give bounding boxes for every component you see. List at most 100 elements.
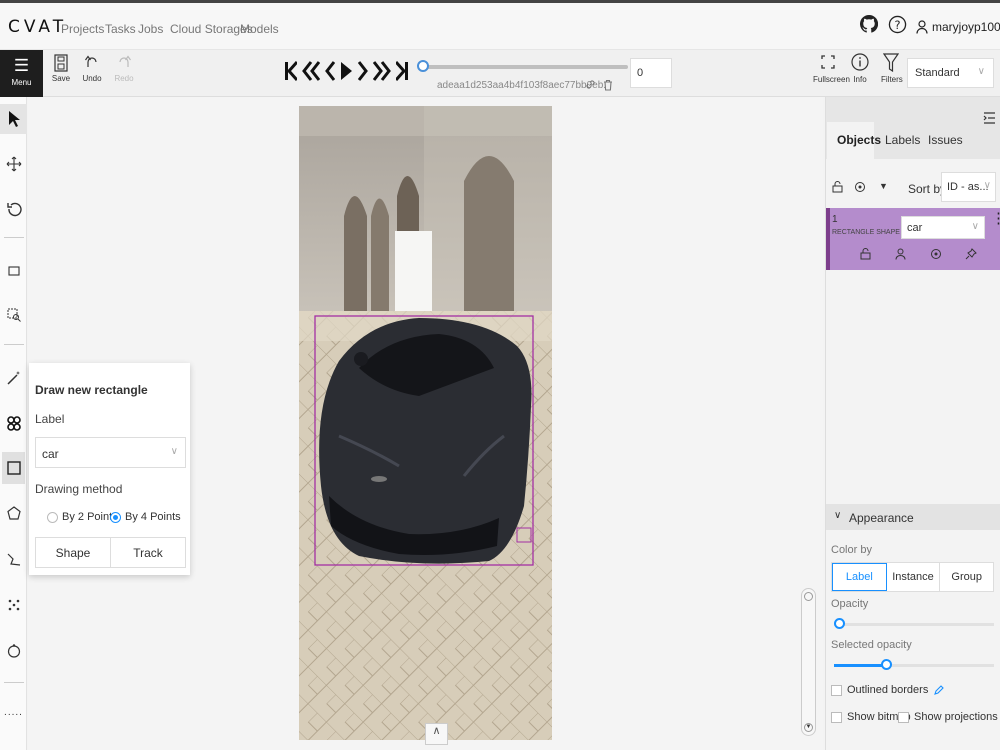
radio-circle-selected[interactable] <box>110 511 121 523</box>
selected-opacity-label: Selected opacity <box>831 639 912 651</box>
menu-button[interactable]: ☰ Menu <box>0 50 43 97</box>
tab-labels[interactable]: Labels <box>885 133 920 147</box>
draw-points-tool[interactable] <box>0 590 27 620</box>
nav-tasks[interactable]: Tasks <box>105 22 136 36</box>
checkbox[interactable] <box>898 711 909 723</box>
tab-issues[interactable]: Issues <box>928 133 963 147</box>
fullscreen-icon <box>821 55 835 69</box>
previous-frame-icon[interactable] <box>325 61 335 81</box>
last-frame-icon[interactable] <box>396 61 408 81</box>
lock-all-icon[interactable] <box>832 181 843 196</box>
magic-wand-tool[interactable] <box>0 363 27 393</box>
frame-slider-handle[interactable] <box>417 60 429 72</box>
undo-button[interactable]: Undo <box>80 55 104 83</box>
nav-models[interactable]: Models <box>240 22 279 36</box>
show-projections-checkbox[interactable]: Show projections <box>898 711 998 723</box>
delete-frame-icon[interactable] <box>603 79 613 94</box>
cvat-logo[interactable]: CVAT <box>8 17 67 37</box>
expand-bottom-panel-icon[interactable]: ∧ <box>425 723 448 745</box>
object-lock-icon[interactable] <box>860 248 871 263</box>
hamburger-icon: ☰ <box>13 56 30 75</box>
chevron-down-icon: ∨ <box>977 66 985 77</box>
object-pin-user-icon[interactable] <box>895 248 906 263</box>
back-multiple-icon[interactable] <box>302 61 320 81</box>
chevron-down-icon: ∨ <box>971 221 979 232</box>
filters-button[interactable]: Filters <box>881 53 903 84</box>
github-icon[interactable] <box>859 14 879 36</box>
checkbox[interactable] <box>831 684 842 696</box>
selected-opacity-handle[interactable] <box>881 659 892 670</box>
expand-all-icon[interactable]: ▼ <box>879 181 888 191</box>
sort-select[interactable]: ID - as... ∨ <box>941 172 996 202</box>
outlined-borders-checkbox[interactable]: Outlined borders <box>831 684 945 696</box>
object-pin-icon[interactable] <box>965 248 977 263</box>
rotate-tool[interactable] <box>0 195 27 225</box>
forward-multiple-icon[interactable] <box>373 61 391 81</box>
info-button[interactable]: Info <box>850 53 870 84</box>
fullscreen-label: Fullscreen <box>813 75 850 84</box>
radio-circle[interactable] <box>47 511 58 523</box>
track-button[interactable]: Track <box>111 538 185 567</box>
color-by-instance-option[interactable]: Instance <box>887 563 941 591</box>
draw-polygon-tool[interactable] <box>0 498 27 528</box>
eye-all-icon[interactable] <box>854 181 866 196</box>
openvino-tool[interactable] <box>0 408 27 438</box>
appearance-header[interactable]: ∨ Appearance <box>826 504 1000 530</box>
top-navigation: CVAT Projects Tasks Jobs Cloud Storages … <box>0 0 1000 50</box>
frame-number-input[interactable]: 0 <box>630 58 672 88</box>
frame-filename: adeaa1d253aa4b4f103f8aec77bb0eb. <box>437 80 607 91</box>
redo-button[interactable]: Redo <box>112 55 136 83</box>
more-tools[interactable]: ..... <box>0 697 27 727</box>
radio-by-2-points[interactable]: By 2 Points <box>47 511 118 523</box>
chevron-down-icon: ∨ <box>834 510 842 521</box>
frame-slider-track[interactable] <box>423 65 628 69</box>
selected-opacity-fill <box>834 664 886 667</box>
fit-image-tool[interactable] <box>0 256 27 286</box>
link-icon[interactable] <box>585 79 596 93</box>
tab-objects[interactable]: Objects <box>837 133 881 147</box>
ai-tools-icon <box>6 416 21 431</box>
label-select[interactable]: car ∨ <box>35 437 186 468</box>
chevron-down-icon: ∨ <box>983 180 991 191</box>
chevron-down-icon: ∨ <box>170 446 178 457</box>
info-icon <box>851 53 869 71</box>
nav-jobs[interactable]: Jobs <box>138 22 163 36</box>
color-by-label-option[interactable]: Label <box>832 563 887 591</box>
checkbox[interactable] <box>831 711 842 723</box>
menu-label: Menu <box>11 78 32 87</box>
object-menu-icon[interactable]: ⋮ <box>991 211 1000 226</box>
save-button[interactable]: Save <box>50 54 72 83</box>
first-frame-icon[interactable] <box>285 61 297 81</box>
move-tool[interactable] <box>0 149 27 179</box>
opacity-slider-handle[interactable] <box>834 618 845 629</box>
objects-sidebar: Objects Labels Issues ▼ Sort by ID - as.… <box>825 97 1000 750</box>
label-heading: Label <box>35 412 65 426</box>
workspace-select[interactable]: Standard ∨ <box>907 58 994 88</box>
color-by-group-option[interactable]: Group <box>940 563 993 591</box>
fullscreen-button[interactable]: Fullscreen <box>813 55 850 84</box>
next-frame-icon[interactable] <box>358 61 368 81</box>
points-icon <box>8 599 19 611</box>
canvas-vertical-scroll[interactable]: ▼ <box>801 588 816 736</box>
color-picker-icon[interactable] <box>933 684 945 696</box>
object-label-select[interactable]: car ∨ <box>901 216 985 239</box>
collapse-sidebar-icon[interactable] <box>983 111 996 128</box>
help-icon[interactable]: ? <box>888 15 907 37</box>
play-icon[interactable] <box>340 61 353 81</box>
user-menu[interactable]: maryjoyp100 ▼ <box>916 20 1000 34</box>
annotation-image[interactable] <box>299 106 552 740</box>
radio-by-4-points[interactable]: By 4 Points <box>110 511 181 523</box>
object-eye-icon[interactable] <box>930 248 942 263</box>
cursor-icon <box>8 111 20 127</box>
draw-polyline-tool[interactable] <box>0 544 27 574</box>
scroll-down-icon[interactable]: ▼ <box>804 723 813 732</box>
zoom-roi-tool[interactable] <box>0 300 27 330</box>
object-item[interactable]: 1 RECTANGLE SHAPE car ∨ ⋮ <box>826 208 1000 270</box>
nav-projects[interactable]: Projects <box>61 22 104 36</box>
opacity-slider-track[interactable] <box>834 623 994 626</box>
shape-button[interactable]: Shape <box>36 538 111 567</box>
scroll-handle[interactable] <box>804 592 813 601</box>
draw-ellipse-tool[interactable] <box>0 636 27 666</box>
draw-rectangle-tool[interactable] <box>2 452 25 484</box>
cursor-tool[interactable] <box>0 104 27 134</box>
